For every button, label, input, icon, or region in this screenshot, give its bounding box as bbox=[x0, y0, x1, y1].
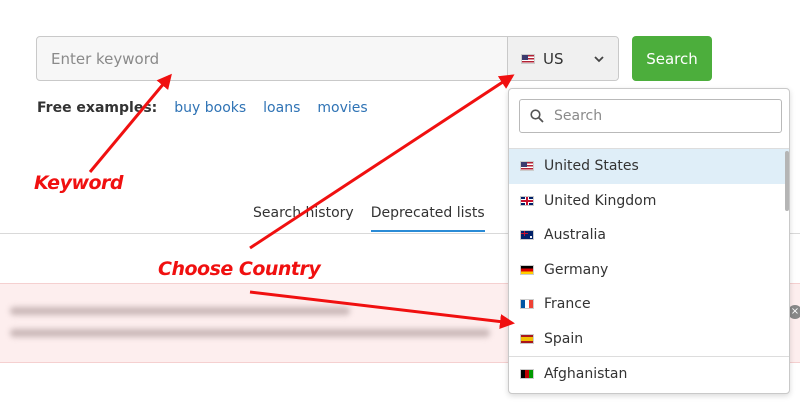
dropdown-scrollbar[interactable] bbox=[785, 151, 789, 211]
us-flag-icon bbox=[520, 161, 534, 172]
blurred-text-line bbox=[10, 307, 350, 315]
keyword-arrow bbox=[88, 73, 172, 173]
tab-search-history[interactable]: Search history bbox=[253, 205, 354, 232]
uk-flag-icon bbox=[520, 195, 534, 206]
au-flag-icon bbox=[520, 230, 534, 241]
country-option-united-kingdom[interactable]: United Kingdom bbox=[509, 184, 789, 219]
blurred-text-line bbox=[10, 329, 490, 337]
country-dropdown: United States United Kingdom Australia G… bbox=[508, 88, 790, 394]
country-list: United States United Kingdom Australia G… bbox=[509, 149, 789, 391]
country-option-spain[interactable]: Spain bbox=[509, 322, 789, 357]
country-search-input[interactable] bbox=[554, 108, 764, 124]
de-flag-icon bbox=[520, 264, 534, 275]
country-code: US bbox=[543, 49, 564, 68]
search-icon bbox=[530, 109, 544, 123]
search-bar: US bbox=[36, 36, 619, 81]
history-tabs: Search history Deprecated lists bbox=[253, 205, 485, 232]
search-button[interactable]: Search bbox=[632, 36, 712, 81]
example-link-loans[interactable]: loans bbox=[263, 100, 300, 116]
country-option-label: Australia bbox=[544, 227, 606, 244]
country-select[interactable]: US bbox=[507, 37, 618, 80]
country-option-united-states[interactable]: United States bbox=[509, 149, 789, 184]
free-examples: Free examples: buy books loans movies bbox=[37, 100, 368, 116]
fr-flag-icon bbox=[520, 299, 534, 310]
country-option-france[interactable]: France bbox=[509, 287, 789, 322]
country-option-label: Afghanistan bbox=[544, 365, 628, 382]
free-examples-label: Free examples: bbox=[37, 100, 158, 116]
country-search-box bbox=[519, 99, 782, 133]
keyword-input[interactable] bbox=[37, 37, 507, 80]
example-link-movies[interactable]: movies bbox=[317, 100, 367, 116]
example-link-buy-books[interactable]: buy books bbox=[174, 100, 246, 116]
chevron-down-icon bbox=[594, 55, 604, 62]
tab-deprecated-lists[interactable]: Deprecated lists bbox=[370, 205, 485, 232]
country-option-label: France bbox=[544, 296, 591, 313]
af-flag-icon bbox=[520, 368, 534, 379]
country-option-label: United Kingdom bbox=[544, 192, 657, 209]
keyword-annotation: Keyword bbox=[34, 172, 124, 194]
country-option-germany[interactable]: Germany bbox=[509, 253, 789, 288]
country-option-label: Spain bbox=[544, 330, 584, 347]
choose-country-annotation: Choose Country bbox=[158, 258, 321, 280]
country-option-label: United States bbox=[544, 158, 639, 175]
country-option-afghanistan[interactable]: Afghanistan bbox=[509, 356, 789, 391]
us-flag-icon bbox=[521, 53, 535, 64]
country-option-australia[interactable]: Australia bbox=[509, 218, 789, 253]
es-flag-icon bbox=[520, 333, 534, 344]
country-option-label: Germany bbox=[544, 261, 609, 278]
